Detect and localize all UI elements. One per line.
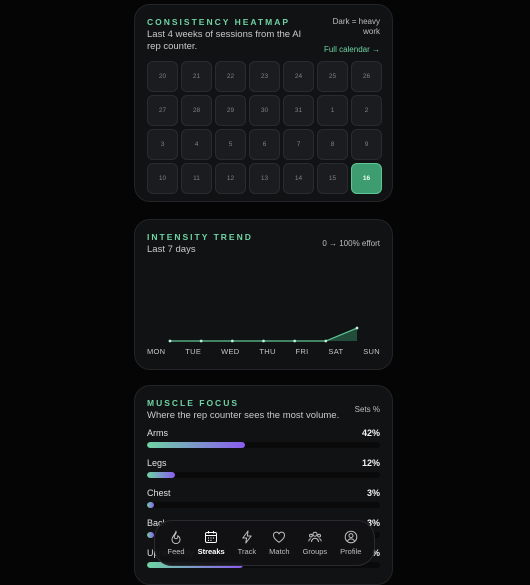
heatmap-day-cell[interactable]: 25 (317, 61, 348, 92)
heatmap-day-cell[interactable]: 12 (215, 163, 246, 194)
heatmap-day-cell[interactable]: 28 (181, 95, 212, 126)
trend-day-label: TUE (185, 347, 202, 356)
heatmap-day-cell[interactable]: 16 (351, 163, 382, 194)
trend-day-labels: MON TUE WED THU FRI SAT SUN (147, 347, 380, 356)
heatmap-day-cell[interactable]: 22 (215, 61, 246, 92)
heatmap-day-cell[interactable]: 14 (283, 163, 314, 194)
trend-point (355, 326, 359, 330)
muscle-label: Legs (147, 458, 167, 468)
heatmap-day-cell[interactable]: 8 (317, 129, 348, 160)
heatmap-day-cell[interactable]: 9 (351, 129, 382, 160)
nav-item-track[interactable]: Track (238, 530, 256, 556)
heatmap-day-cell[interactable]: 23 (249, 61, 280, 92)
trend-point (168, 339, 172, 343)
bolt-icon (242, 530, 252, 544)
heatmap-day-cell[interactable]: 31 (283, 95, 314, 126)
heatmap-day-cell[interactable]: 26 (351, 61, 382, 92)
muscle-bar-fill (147, 502, 154, 508)
heatmap-day-cell[interactable]: 2 (351, 95, 382, 126)
muscle-bar-track (147, 472, 380, 478)
nav-item-feed[interactable]: Feed (167, 530, 185, 556)
full-calendar-link[interactable]: Full calendar → (324, 45, 380, 54)
trend-point (324, 339, 328, 343)
heatmap-day-cell[interactable]: 3 (147, 129, 178, 160)
trend-point (199, 339, 203, 343)
trend-point (230, 339, 234, 343)
heatmap-hint: Dark = heavy work (332, 17, 380, 36)
nav-item-streaks[interactable]: Streaks (198, 530, 225, 556)
group-icon (308, 531, 322, 543)
calendar-icon (205, 531, 218, 543)
intensity-trend-card: INTENSITY TREND Last 7 days 0 → 100% eff… (134, 219, 393, 370)
trend-day-label: THU (259, 347, 276, 356)
bottom-nav: Feed Streaks Track Match Groups Profile (154, 520, 375, 566)
nav-item-label: Track (237, 547, 257, 556)
heatmap-day-cell[interactable]: 11 (181, 163, 212, 194)
trend-point (262, 339, 265, 343)
heatmap-day-cell[interactable]: 29 (215, 95, 246, 126)
profile-icon (344, 530, 358, 544)
muscle-bar-fill (147, 472, 175, 478)
heart-icon (273, 531, 286, 543)
muscle-bar-track (147, 502, 380, 508)
muscle-label: Chest (147, 488, 171, 498)
muscle-percent: 42% (361, 428, 380, 438)
muscle-percent: 3% (366, 488, 380, 498)
heatmap-day-cell[interactable]: 13 (249, 163, 280, 194)
heatmap-day-cell[interactable]: 30 (249, 95, 280, 126)
nav-item-match[interactable]: Match (269, 530, 290, 556)
trend-day-label: MON (147, 347, 166, 356)
heatmap-grid: 20 21 22 23 24 25 26 27 28 29 30 31 1 2 3 4 5 6 7 8 9 10 11 12 1… (147, 61, 382, 194)
trend-day-label: FRI (295, 347, 309, 356)
nav-item-label: Profile (340, 547, 362, 556)
nav-item-profile[interactable]: Profile (340, 530, 361, 556)
heatmap-day-cell[interactable]: 24 (283, 61, 314, 92)
nav-item-groups[interactable]: Groups (302, 530, 328, 556)
muscle-bar-fill (147, 532, 154, 538)
muscle-title: MUSCLE FOCUS (147, 398, 239, 408)
heatmap-day-cell[interactable]: 4 (181, 129, 212, 160)
trend-day-label: SAT (328, 347, 344, 356)
heatmap-day-cell[interactable]: 15 (317, 163, 348, 194)
heatmap-day-cell[interactable]: 1 (317, 95, 348, 126)
trend-line (170, 327, 358, 342)
trend-day-label: WED (221, 347, 240, 356)
muscle-subtitle: Where the rep counter sees the most volu… (147, 410, 340, 421)
nav-item-label: Feed (167, 547, 185, 556)
heatmap-day-cell[interactable]: 20 (147, 61, 178, 92)
nav-item-label: Streaks (197, 547, 225, 556)
muscle-hint: Sets % (354, 405, 380, 414)
heatmap-day-cell[interactable]: 27 (147, 95, 178, 126)
flame-icon (171, 530, 181, 544)
heatmap-day-cell[interactable]: 10 (147, 163, 178, 194)
heatmap-day-cell[interactable]: 7 (283, 129, 314, 160)
heatmap-day-cell[interactable]: 21 (181, 61, 212, 92)
trend-day-label: SUN (363, 347, 380, 356)
muscle-label: Arms (147, 428, 168, 438)
trend-point (293, 339, 297, 343)
heatmap-day-cell[interactable]: 6 (249, 129, 280, 160)
heatmap-day-cell[interactable]: 5 (215, 129, 246, 160)
nav-item-label: Match (269, 547, 290, 556)
muscle-percent: 12% (361, 458, 380, 468)
muscle-bar-fill (147, 442, 245, 448)
nav-item-label: Groups (302, 547, 328, 556)
consistency-heatmap-card: CONSISTENCY HEATMAP Last 4 weeks of sess… (134, 4, 393, 202)
heatmap-subtitle: Last 4 weeks of sessions from the AI rep… (147, 29, 302, 52)
muscle-bar-track (147, 442, 380, 448)
